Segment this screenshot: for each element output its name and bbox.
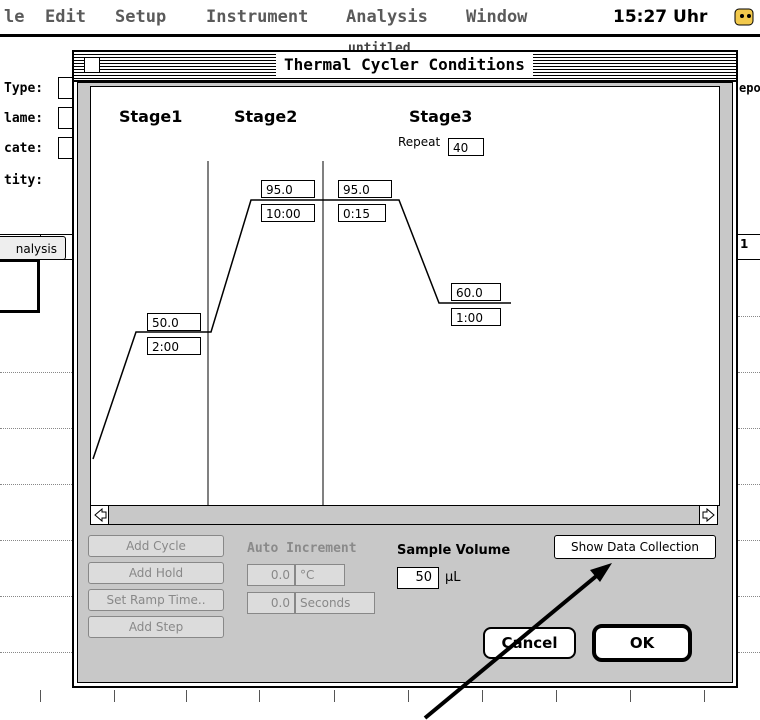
annotation-arrow	[423, 563, 612, 720]
arrow-shaft	[423, 571, 602, 720]
